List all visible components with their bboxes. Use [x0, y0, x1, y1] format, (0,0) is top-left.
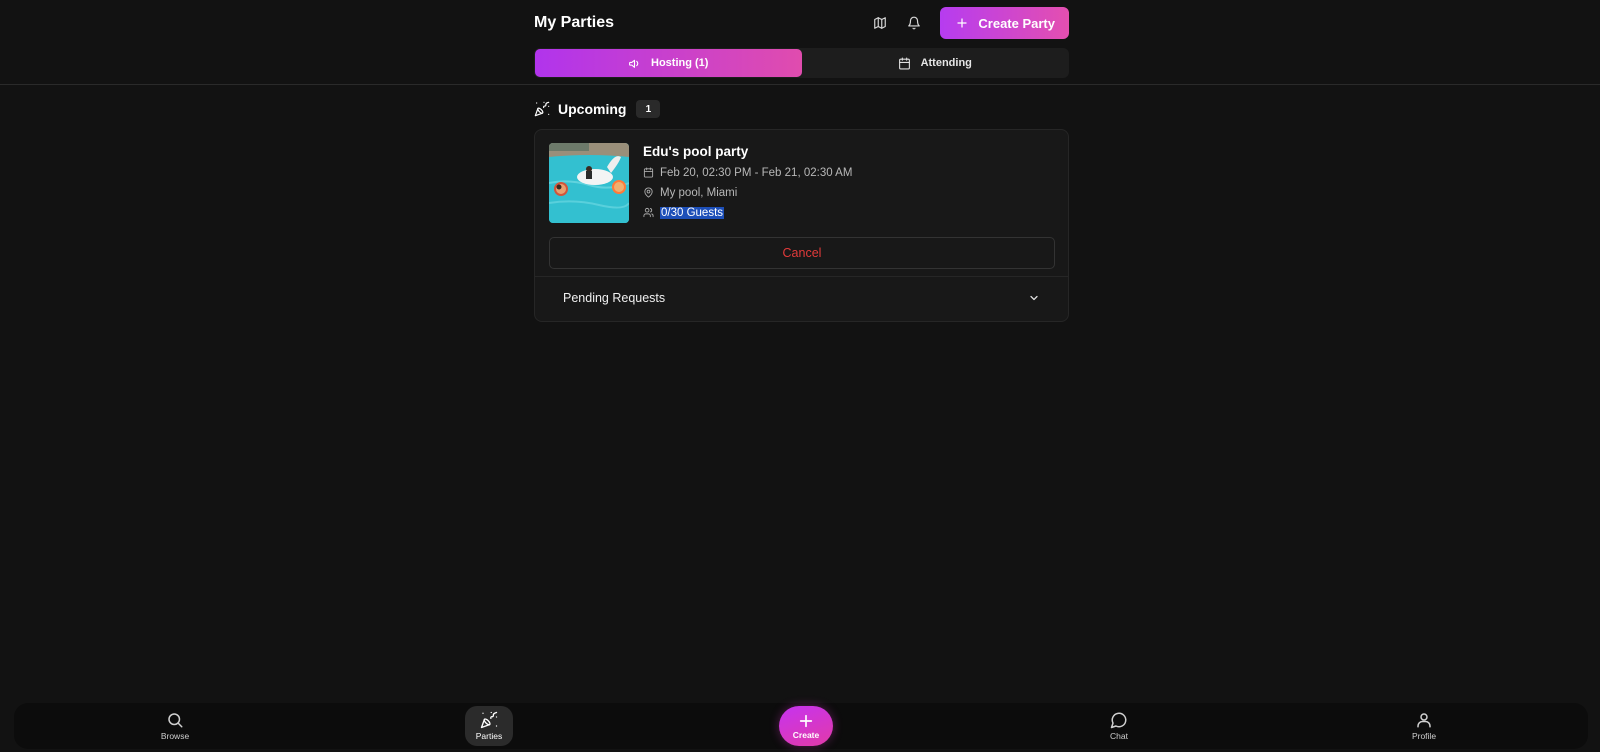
users-icon [643, 207, 654, 218]
party-location: My pool, Miami [660, 186, 738, 199]
nav-chat[interactable]: Chat [1095, 706, 1143, 746]
party-tabs: Hosting (1) Attending [534, 48, 1069, 78]
chevron-down-icon [1030, 295, 1038, 301]
upcoming-heading: Upcoming 1 [534, 98, 1069, 120]
calendar-icon [643, 167, 654, 178]
party-location-row: My pool, Miami [643, 184, 852, 201]
upcoming-count-badge: 1 [636, 100, 661, 118]
nav-browse-label: Browse [160, 731, 190, 741]
nav-browse[interactable]: Browse [151, 706, 199, 746]
party-summary[interactable]: Edu's pool party Feb 20, 02:30 PM - Feb … [549, 143, 852, 223]
page-title: My Parties [534, 14, 615, 31]
tab-hosting-label: Hosting (1) [651, 57, 709, 69]
pending-requests-label: Pending Requests [563, 291, 666, 305]
nav-parties[interactable]: Parties [465, 706, 513, 746]
create-party-label: Create Party [978, 15, 1055, 31]
megaphone-icon [629, 59, 639, 68]
tab-attending[interactable]: Attending [802, 49, 1069, 77]
map-pin-icon [644, 187, 653, 198]
header: My Parties Create Party [534, 0, 1069, 46]
party-guests-row: 0/30 Guests [643, 204, 852, 221]
cancel-party-button[interactable]: Cancel [549, 237, 1055, 269]
pending-requests-toggle[interactable]: Pending Requests [563, 287, 1040, 309]
header-actions: Create Party [868, 7, 1069, 39]
bottom-nav: Browse Parties Create Chat Profile [14, 703, 1588, 749]
section-title: Upcoming [558, 101, 627, 117]
tab-attending-label: Attending [920, 57, 972, 69]
plus-icon [799, 714, 813, 727]
nav-profile-label: Profile [1411, 731, 1437, 741]
map-icon[interactable] [868, 11, 892, 35]
party-popper-icon [480, 711, 498, 729]
nav-create[interactable]: Create [779, 706, 833, 746]
party-datetime-row: Feb 20, 02:30 PM - Feb 21, 02:30 AM [643, 164, 852, 181]
party-guests: 0/30 Guests [660, 206, 725, 219]
party-name: Edu's pool party [643, 144, 749, 159]
tab-hosting[interactable]: Hosting (1) [535, 49, 802, 77]
party-datetime: Feb 20, 02:30 PM - Feb 21, 02:30 AM [660, 166, 853, 179]
party-thumbnail [549, 143, 629, 223]
nav-create-label: Create [792, 729, 820, 740]
plus-icon [957, 18, 968, 28]
calendar-icon [898, 57, 910, 69]
create-party-button[interactable]: Create Party [940, 7, 1069, 39]
party-info: Edu's pool party Feb 20, 02:30 PM - Feb … [643, 143, 852, 223]
search-icon [168, 713, 183, 728]
party-popper-icon [534, 101, 550, 117]
nav-profile[interactable]: Profile [1400, 706, 1448, 746]
party-card: Edu's pool party Feb 20, 02:30 PM - Feb … [534, 129, 1069, 322]
user-icon [1417, 713, 1431, 728]
nav-parties-label: Parties [475, 731, 503, 741]
chat-bubble-icon [1110, 712, 1127, 729]
bell-icon[interactable] [902, 11, 926, 35]
card-divider [535, 276, 1068, 277]
nav-chat-label: Chat [1110, 731, 1128, 741]
